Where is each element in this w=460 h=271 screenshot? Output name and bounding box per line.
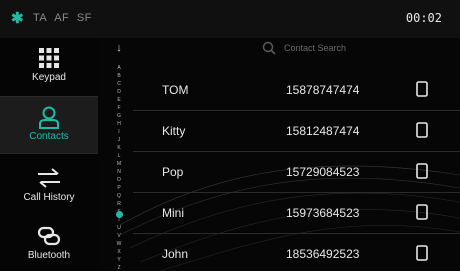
sidebar-item-label: Contacts [29, 131, 69, 142]
alphabet-letter[interactable]: H [113, 120, 125, 128]
alphabet-letter[interactable]: M [113, 160, 125, 168]
alphabet-letter[interactable]: L [113, 152, 125, 160]
index-slider-handle[interactable] [116, 211, 123, 218]
contact-name: TOM [162, 83, 189, 97]
sidebar-item-call-history[interactable]: Call History [0, 158, 98, 214]
sidebar-item-bluetooth[interactable]: Bluetooth [0, 216, 98, 271]
contact-name: Kitty [162, 124, 186, 138]
sidebar-item-keypad[interactable]: Keypad [0, 38, 98, 94]
bluetooth-icon: ✱ [11, 10, 24, 27]
phone-icon[interactable] [415, 203, 429, 221]
contact-name: Mini [162, 206, 185, 220]
contact-name: Pop [162, 165, 184, 179]
phone-icon[interactable] [415, 162, 429, 180]
alphabet-letter[interactable]: D [113, 88, 125, 96]
alphabet-letter[interactable]: Q [113, 192, 125, 200]
contact-row[interactable]: Pop 15729084523 [133, 152, 460, 193]
alphabet-letter[interactable]: N [113, 168, 125, 176]
contacts-icon [39, 106, 59, 129]
status-bar: ✱ TA AF SF 00:02 [0, 0, 460, 38]
keypad-icon [39, 48, 59, 68]
alphabet-letter[interactable]: Y [113, 256, 125, 264]
alphabet-letter[interactable]: Z [113, 264, 125, 271]
af-flag: AF [54, 12, 70, 24]
alphabet-letter[interactable]: O [113, 176, 125, 184]
contact-number: 15812487474 [286, 124, 360, 138]
contact-number: 15878747474 [286, 83, 360, 97]
alphabet-letter[interactable]: F [113, 104, 125, 112]
alphabet-letter[interactable]: U [113, 224, 125, 232]
sf-flag: SF [76, 12, 92, 24]
contact-number: 15973684523 [286, 206, 360, 220]
alphabet-letter[interactable]: C [113, 80, 125, 88]
phone-icon[interactable] [415, 80, 429, 98]
alphabet-letter[interactable]: P [113, 184, 125, 192]
contact-row[interactable]: Kitty 15812487474 [133, 111, 460, 152]
contact-number: 18536492523 [286, 247, 360, 261]
sidebar-item-contacts[interactable]: Contacts [0, 96, 98, 154]
sidebar-item-label: Keypad [32, 72, 66, 83]
alphabet-index[interactable]: ↓ ABCDEFGHIJKLMNOPQRSTUVWXYZ [113, 42, 125, 271]
alphabet-letter[interactable]: W [113, 240, 125, 248]
clock: 00:02 [405, 11, 442, 25]
phone-icon[interactable] [415, 121, 429, 139]
contact-row[interactable]: John 18536492523 [133, 234, 460, 271]
alphabet-letter[interactable]: E [113, 96, 125, 104]
alphabet-letter[interactable]: G [113, 112, 125, 120]
sidebar: Keypad Contacts Call History Bluetooth [0, 38, 98, 271]
alphabet-letter[interactable]: X [113, 248, 125, 256]
alphabet-letter[interactable]: I [113, 128, 125, 136]
contact-row[interactable]: TOM 15878747474 [133, 70, 460, 111]
alphabet-letters: ABCDEFGHIJKLMNOPQRSTUVWXYZ [113, 64, 125, 271]
search-icon [262, 41, 276, 55]
search-input[interactable]: Contact Search [284, 43, 346, 53]
sidebar-item-label: Bluetooth [27, 250, 71, 261]
call-history-icon [38, 168, 60, 188]
alphabet-letter[interactable]: J [113, 136, 125, 144]
contact-row[interactable]: Mini 15973684523 [133, 193, 460, 234]
bluetooth-link-icon [37, 226, 61, 246]
phonebook-screen: ✱ TA AF SF 00:02 Keypad Contacts Call Hi… [0, 0, 460, 271]
contact-number: 15729084523 [286, 165, 360, 179]
scroll-top-icon[interactable]: ↓ [113, 42, 125, 54]
alphabet-letter[interactable]: K [113, 144, 125, 152]
contact-name: John [162, 247, 189, 261]
alphabet-letter[interactable]: B [113, 72, 125, 80]
alphabet-letter[interactable]: V [113, 232, 125, 240]
phone-icon[interactable] [415, 244, 429, 262]
alphabet-letter[interactable]: R [113, 200, 125, 208]
alphabet-letter[interactable]: A [113, 64, 125, 72]
traffic-flags: TA AF SF [33, 12, 96, 24]
ta-flag: TA [33, 12, 48, 24]
sidebar-item-label: Call History [23, 192, 75, 203]
